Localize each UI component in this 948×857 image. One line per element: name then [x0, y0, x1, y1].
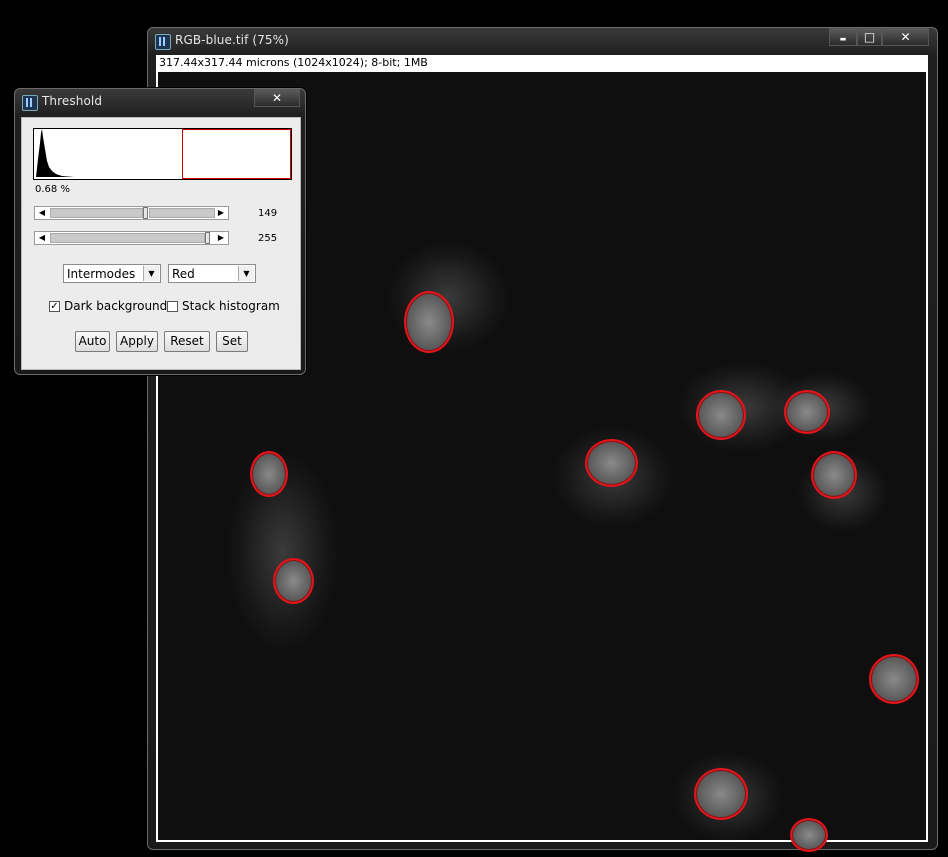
histogram-bars — [34, 129, 74, 177]
nucleus-outline — [404, 291, 454, 353]
threshold-dialog[interactable]: Threshold ✕ 0.68 % ◀ ▶ 149 ◀ ▶ 255 Inter… — [14, 88, 306, 375]
imagej-icon — [22, 95, 38, 111]
slider-left-arrow-icon[interactable]: ◀ — [35, 232, 49, 244]
slider-track — [149, 208, 215, 218]
maximize-button[interactable]: □ — [857, 28, 882, 46]
close-button[interactable]: ✕ — [882, 28, 929, 46]
minimize-button[interactable]: ▬ — [829, 28, 857, 46]
display-select[interactable]: Red ▼ — [168, 264, 256, 283]
chevron-down-icon[interactable]: ▼ — [143, 266, 159, 281]
apply-button[interactable]: Apply — [116, 331, 158, 352]
dark-background-checkbox[interactable]: ✓ — [49, 301, 60, 312]
threshold-range-box — [182, 129, 291, 179]
histogram — [33, 128, 292, 180]
dark-background-label[interactable]: Dark background — [64, 299, 167, 313]
min-threshold-slider[interactable]: ◀ ▶ — [34, 206, 229, 220]
nucleus-outline — [250, 451, 288, 497]
slider-track — [50, 208, 143, 218]
nucleus-outline — [869, 654, 919, 704]
max-threshold-value: 255 — [258, 233, 278, 244]
display-value: Red — [172, 267, 195, 281]
slider-right-arrow-icon[interactable]: ▶ — [214, 232, 228, 244]
threshold-title: Threshold — [42, 94, 103, 108]
slider-right-arrow-icon[interactable]: ▶ — [214, 207, 228, 219]
nucleus-outline — [694, 768, 748, 820]
minimize-icon: ▬ — [839, 35, 847, 43]
nucleus-outline — [273, 558, 314, 604]
maximize-icon: □ — [863, 30, 876, 44]
method-select[interactable]: Intermodes ▼ — [63, 264, 161, 283]
stack-histogram-checkbox[interactable] — [167, 301, 178, 312]
chevron-down-icon[interactable]: ▼ — [238, 266, 254, 281]
nucleus-outline — [811, 451, 857, 499]
stack-histogram-label[interactable]: Stack histogram — [182, 299, 280, 313]
method-value: Intermodes — [67, 267, 136, 281]
slider-thumb[interactable] — [143, 207, 148, 219]
nucleus-outline — [585, 439, 638, 487]
slider-left-arrow-icon[interactable]: ◀ — [35, 207, 49, 219]
threshold-panel: 0.68 % ◀ ▶ 149 ◀ ▶ 255 Intermodes ▼ Red … — [21, 117, 301, 370]
max-threshold-slider[interactable]: ◀ ▶ — [34, 231, 229, 245]
auto-button[interactable]: Auto — [75, 331, 110, 352]
image-info-bar: 317.44x317.44 microns (1024x1024); 8-bit… — [156, 55, 928, 70]
nucleus-outline — [790, 818, 828, 852]
nucleus-outline — [696, 390, 746, 440]
threshold-percent: 0.68 % — [35, 184, 70, 195]
image-window-title: RGB-blue.tif (75%) — [175, 33, 289, 47]
imagej-icon — [155, 34, 171, 50]
reset-button[interactable]: Reset — [164, 331, 210, 352]
min-threshold-value: 149 — [258, 208, 278, 219]
threshold-close-button[interactable]: ✕ — [254, 89, 300, 107]
threshold-titlebar[interactable]: Threshold ✕ — [15, 89, 305, 115]
set-button[interactable]: Set — [216, 331, 248, 352]
close-icon: ✕ — [271, 91, 283, 105]
close-icon: ✕ — [900, 30, 911, 44]
slider-track — [50, 233, 205, 243]
nucleus-outline — [784, 390, 830, 434]
image-window-titlebar[interactable]: RGB-blue.tif (75%) ▬ □ ✕ — [148, 28, 937, 54]
slider-thumb[interactable] — [205, 232, 210, 244]
